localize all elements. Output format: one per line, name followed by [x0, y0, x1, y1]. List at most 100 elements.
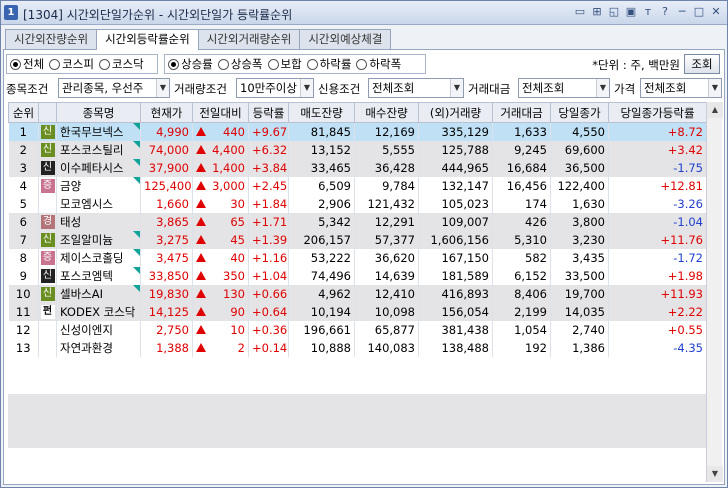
minimize-icon[interactable]: ─: [675, 5, 689, 20]
up-triangle-icon: [196, 145, 206, 154]
stock-name[interactable]: 포스코엠텍: [60, 269, 113, 283]
table-row[interactable]: 6 경 태성 3,865 65 +1.71 5,342 12,291 109,007 426 3,8…: [8, 212, 706, 231]
select-value: 10만주이상: [240, 81, 297, 95]
query-button[interactable]: 조회: [684, 54, 720, 74]
table-row[interactable]: 3 신 이수페타시스 37,900 1,400 +3.84 33,465 36,428 444,…: [8, 158, 706, 177]
table-row[interactable]: 11 펀 KODEX 코스닥 14,125 90 +0.64 10,194 10,098 156…: [8, 302, 706, 321]
help-icon[interactable]: ?: [658, 5, 672, 20]
col-name[interactable]: 종목명: [56, 102, 141, 123]
close-rate-cell: -4.35: [608, 338, 706, 357]
table-row[interactable]: 5 모코엠시스 1,660 30 +1.84 2,906 121,432 105,023 174…: [8, 194, 706, 213]
table-row[interactable]: 8 증 제이스코홀딩 3,475 40 +1.16 53,222 36,620 167,150 5…: [8, 248, 706, 267]
stock-condition-select[interactable]: 관리종목, 우선주 ▼: [58, 78, 170, 98]
col-price[interactable]: 현재가: [140, 102, 193, 123]
stock-name[interactable]: 셀바스AI: [60, 287, 103, 301]
ask-cell: 74,496: [288, 266, 355, 285]
volume-cell: 138,488: [418, 338, 493, 357]
corner-flag-icon: [133, 176, 140, 184]
stock-status-badge: 신: [40, 142, 55, 157]
app-window: 1 [1304] 시간외단일가순위 - 시간외단일가 등락률순위 ▭ ⊞ ◱ ▣…: [0, 0, 728, 488]
ask-cell: 2,906: [288, 194, 355, 213]
up-triangle-icon: [196, 307, 206, 316]
rank-cell: 5: [8, 194, 39, 213]
stock-name[interactable]: KODEX 코스닥: [60, 305, 135, 319]
radio-rise-amount[interactable]: 상승폭: [217, 56, 263, 72]
radio-unchanged[interactable]: 보합: [267, 56, 302, 72]
col-change[interactable]: 전일대비: [192, 102, 249, 123]
close-rate-cell: +8.72: [608, 122, 706, 141]
table-row[interactable]: 7 신 조일알미늄 3,275 45 +1.39 206,157 57,377 1,606,15…: [8, 230, 706, 249]
radio-fall-amount[interactable]: 하락폭: [356, 56, 401, 72]
table-row[interactable]: 9 신 포스코엠텍 33,850 350 +1.04 74,496 14,639 181,589…: [8, 266, 706, 285]
corner-flag-icon: [133, 248, 140, 256]
table-row[interactable]: 13 자연과환경 1,388 2 +0.14 10,888 140,083 138,488 19…: [8, 338, 706, 357]
stock-name[interactable]: 모코엠시스: [60, 197, 113, 211]
stock-name[interactable]: 이수페타시스: [60, 161, 123, 175]
volume-cell: 167,150: [418, 248, 493, 267]
col-close[interactable]: 당일종가: [550, 102, 609, 123]
close-rate-cell: -1.04: [608, 212, 706, 231]
table-row[interactable]: 12 신성이엔지 2,750 10 +0.36 196,661 65,877 381,438 1…: [8, 320, 706, 339]
stock-name[interactable]: 조일알미늄: [60, 233, 113, 247]
credit-condition-select[interactable]: 전체조회 ▼: [368, 78, 464, 98]
change-cell: 350: [192, 266, 249, 285]
badge-cell: 신: [38, 140, 57, 159]
link-icon[interactable]: ▭: [573, 5, 587, 20]
col-ask[interactable]: 매도잔량: [288, 102, 355, 123]
stock-name[interactable]: 제이스코홀딩: [60, 251, 123, 265]
stock-name[interactable]: 자연과환경: [60, 341, 113, 355]
radio-fall-rate[interactable]: 하락률: [306, 56, 351, 72]
unit-text: *단위 : 주, 백만원: [592, 58, 680, 72]
col-volume[interactable]: (외)거래량: [418, 102, 493, 123]
monitor-icon[interactable]: ⊞: [590, 5, 604, 20]
bid-cell: 36,620: [354, 248, 419, 267]
amount-select[interactable]: 전체조회 ▼: [518, 78, 610, 98]
table-row[interactable]: 2 신 포스코스틸리 74,000 4,400 +6.32 13,152 5,555 125,7…: [8, 140, 706, 159]
stock-name[interactable]: 금양: [60, 179, 81, 193]
col-rate[interactable]: 등락률: [248, 102, 289, 123]
table-row[interactable]: 1 신 한국무브넥스 4,990 440 +9.67 81,845 12,169 335,129…: [8, 122, 706, 141]
stock-name[interactable]: 태성: [60, 215, 81, 229]
close-cell: 2,740: [550, 320, 609, 339]
col-close-rate[interactable]: 당일종가등락률: [608, 102, 706, 123]
close-icon[interactable]: ✕: [709, 5, 723, 20]
stock-name-cell: 제이스코홀딩: [56, 248, 141, 267]
price-select[interactable]: 전체조회 ▼: [640, 78, 722, 98]
maximize-icon[interactable]: □: [692, 5, 706, 20]
col-amount[interactable]: 거래대금: [492, 102, 551, 123]
stock-name[interactable]: 신성이엔지: [60, 323, 113, 337]
tab-afterhours-change-rate[interactable]: 시간외등락률순위: [96, 29, 199, 50]
volume-condition-select[interactable]: 10만주이상 ▼: [236, 78, 314, 98]
change-value: 350: [223, 268, 245, 283]
radio-market-kosdaq[interactable]: 코스닥: [98, 56, 144, 72]
close-cell: 1,386: [550, 338, 609, 357]
close-cell: 33,500: [550, 266, 609, 285]
radio-rise-rate[interactable]: 상승률: [168, 56, 213, 72]
save-window-icon[interactable]: ▣: [624, 5, 638, 20]
col-rank[interactable]: 순위: [8, 102, 39, 123]
table-row[interactable]: 4 증 금양 125,400 3,000 +2.45 6,509 9,784 132,147 16…: [8, 176, 706, 195]
scroll-up-icon[interactable]: ▲: [707, 102, 723, 118]
stock-status-badge: 증: [40, 250, 55, 265]
vertical-scrollbar[interactable]: ▲ ▼: [706, 102, 723, 482]
table-row[interactable]: 10 신 셀바스AI 19,830 130 +0.66 4,962 12,410 416,893…: [8, 284, 706, 303]
chevron-down-icon: ▼: [596, 79, 609, 97]
scroll-down-icon[interactable]: ▼: [707, 466, 723, 482]
tab-afterhours-expected[interactable]: 시간외예상체결: [299, 29, 392, 49]
filter-row: 종목조건 관리종목, 우선주 ▼ 거래량조건 10만주이상 ▼ 신용조건 전체조회 ▼…: [6, 78, 722, 98]
stock-name[interactable]: 한국무브넥스: [60, 125, 123, 139]
radio-market-all[interactable]: 전체: [10, 56, 44, 72]
price-cell: 33,850: [140, 266, 193, 285]
col-badge[interactable]: [38, 102, 57, 123]
radio-market-kospi[interactable]: 코스피: [49, 56, 94, 72]
ask-cell: 6,509: [288, 176, 355, 195]
price-cell: 3,275: [140, 230, 193, 249]
font-size-icon[interactable]: ᴛ: [641, 5, 655, 20]
stock-name[interactable]: 포스코스틸리: [60, 143, 123, 157]
col-bid[interactable]: 매수잔량: [354, 102, 419, 123]
copy-window-icon[interactable]: ◱: [607, 5, 621, 20]
up-triangle-icon: [196, 253, 206, 262]
tab-afterhours-balance[interactable]: 시간외잔량순위: [5, 29, 98, 49]
volume-cell: 381,438: [418, 320, 493, 339]
tab-afterhours-volume[interactable]: 시간외거래량순위: [197, 29, 301, 49]
